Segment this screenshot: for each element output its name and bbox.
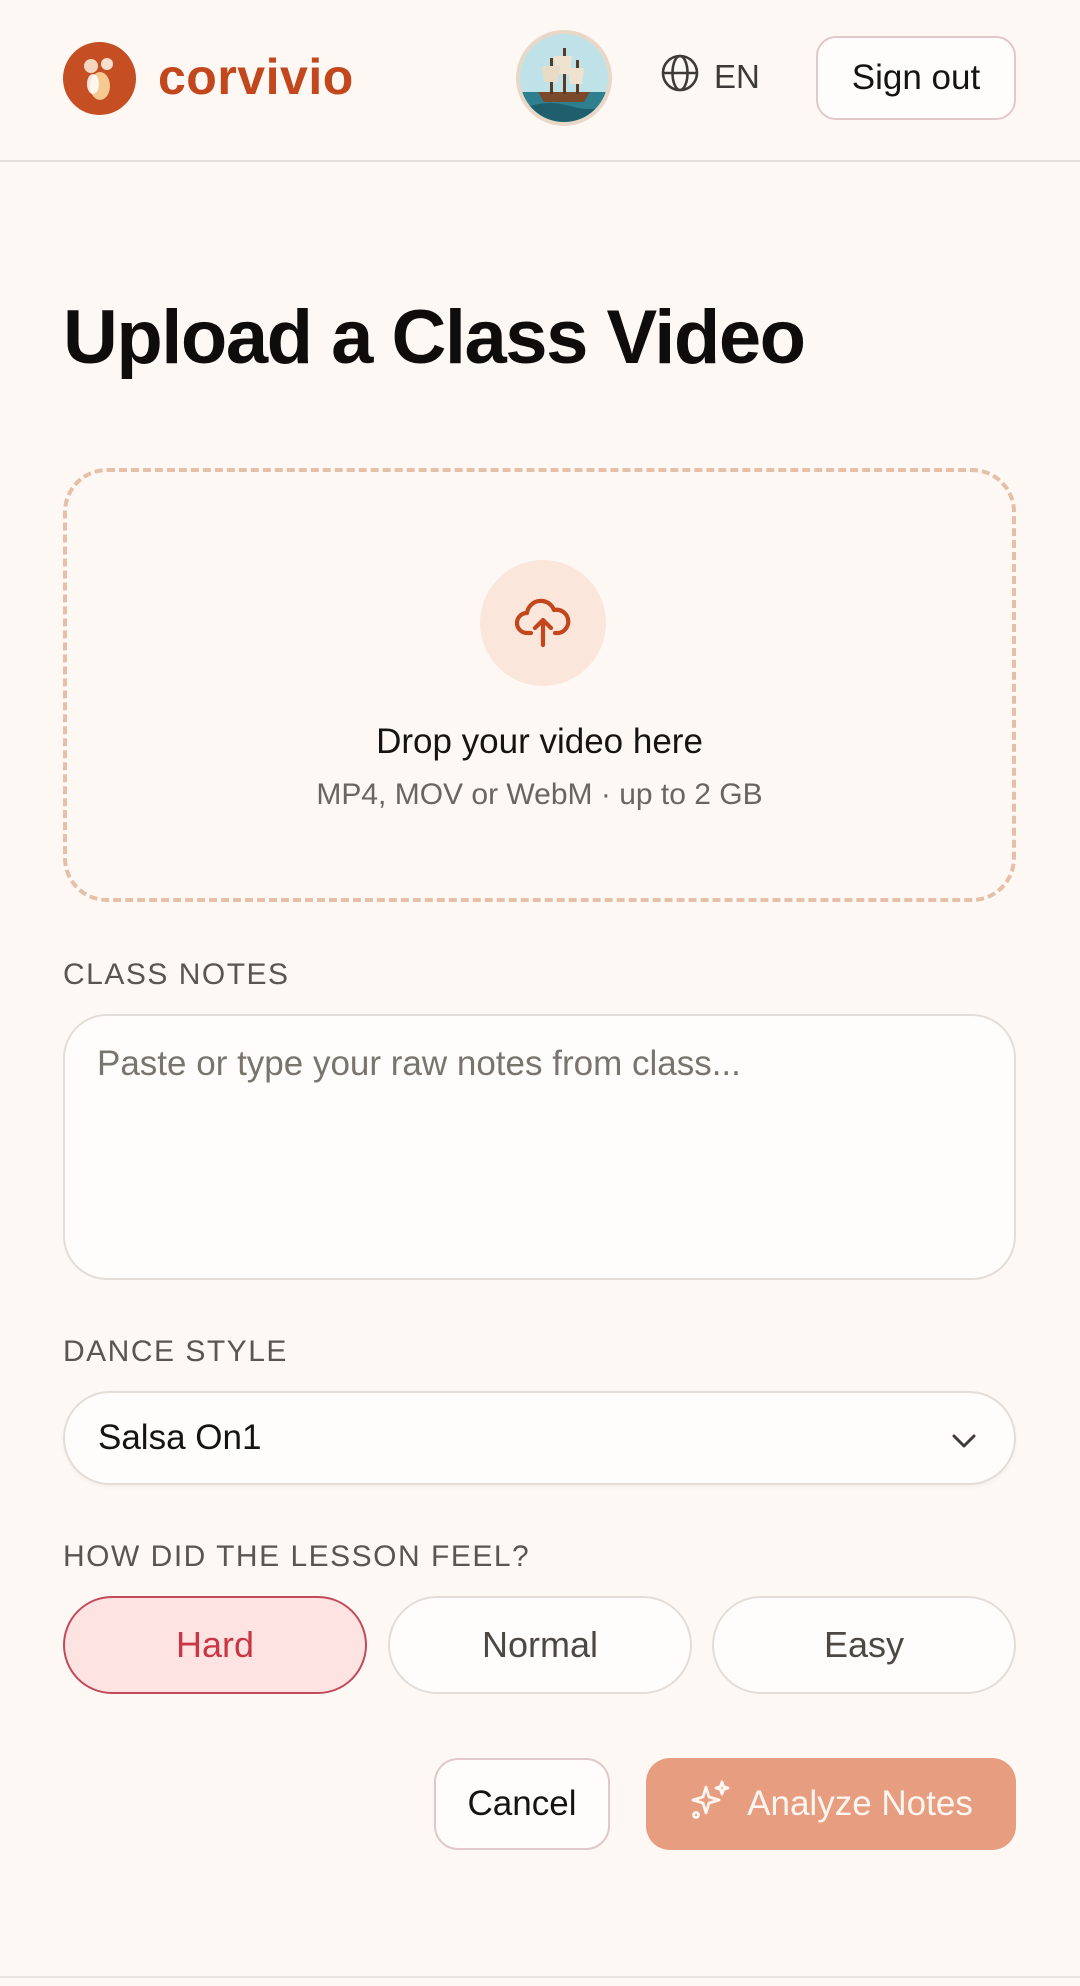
feel-option-easy[interactable]: Easy (712, 1596, 1016, 1694)
dance-style-label: DANCE STYLE (63, 1335, 288, 1368)
avatar[interactable] (516, 30, 612, 126)
class-notes-input[interactable] (63, 1014, 1016, 1280)
chevron-down-icon (950, 1427, 978, 1460)
video-dropzone[interactable]: Drop your video here MP4, MOV or WebM · … (63, 468, 1016, 902)
analyze-notes-button[interactable]: Analyze Notes (646, 1758, 1016, 1850)
brand-name[interactable]: corvivio (158, 48, 354, 106)
sign-out-button[interactable]: Sign out (816, 36, 1016, 120)
logo-icon (63, 42, 136, 115)
feel-option-hard[interactable]: Hard (63, 1596, 367, 1694)
lesson-feel-label: HOW DID THE LESSON FEEL? (63, 1540, 531, 1573)
feel-option-normal[interactable]: Normal (388, 1596, 692, 1694)
language-switcher[interactable]: EN (660, 52, 760, 102)
cancel-button[interactable]: Cancel (434, 1758, 610, 1850)
cloud-upload-icon (480, 560, 606, 686)
page-title: Upload a Class Video (63, 295, 806, 380)
analyze-notes-label: Analyze Notes (747, 1784, 973, 1823)
dropzone-title: Drop your video here (376, 722, 703, 761)
top-bar: corvivio EN Sign out (0, 0, 1080, 162)
dropzone-formats: MP4, MOV or WebM · up to 2 GB (316, 778, 763, 811)
globe-icon (660, 53, 700, 101)
dance-style-value: Salsa On1 (98, 1418, 262, 1457)
dance-style-select[interactable]: Salsa On1 (63, 1391, 1016, 1485)
language-label: EN (714, 58, 760, 95)
sparkle-icon (689, 1779, 731, 1830)
class-notes-label: CLASS NOTES (63, 958, 290, 991)
bottom-divider (0, 1976, 1080, 1978)
